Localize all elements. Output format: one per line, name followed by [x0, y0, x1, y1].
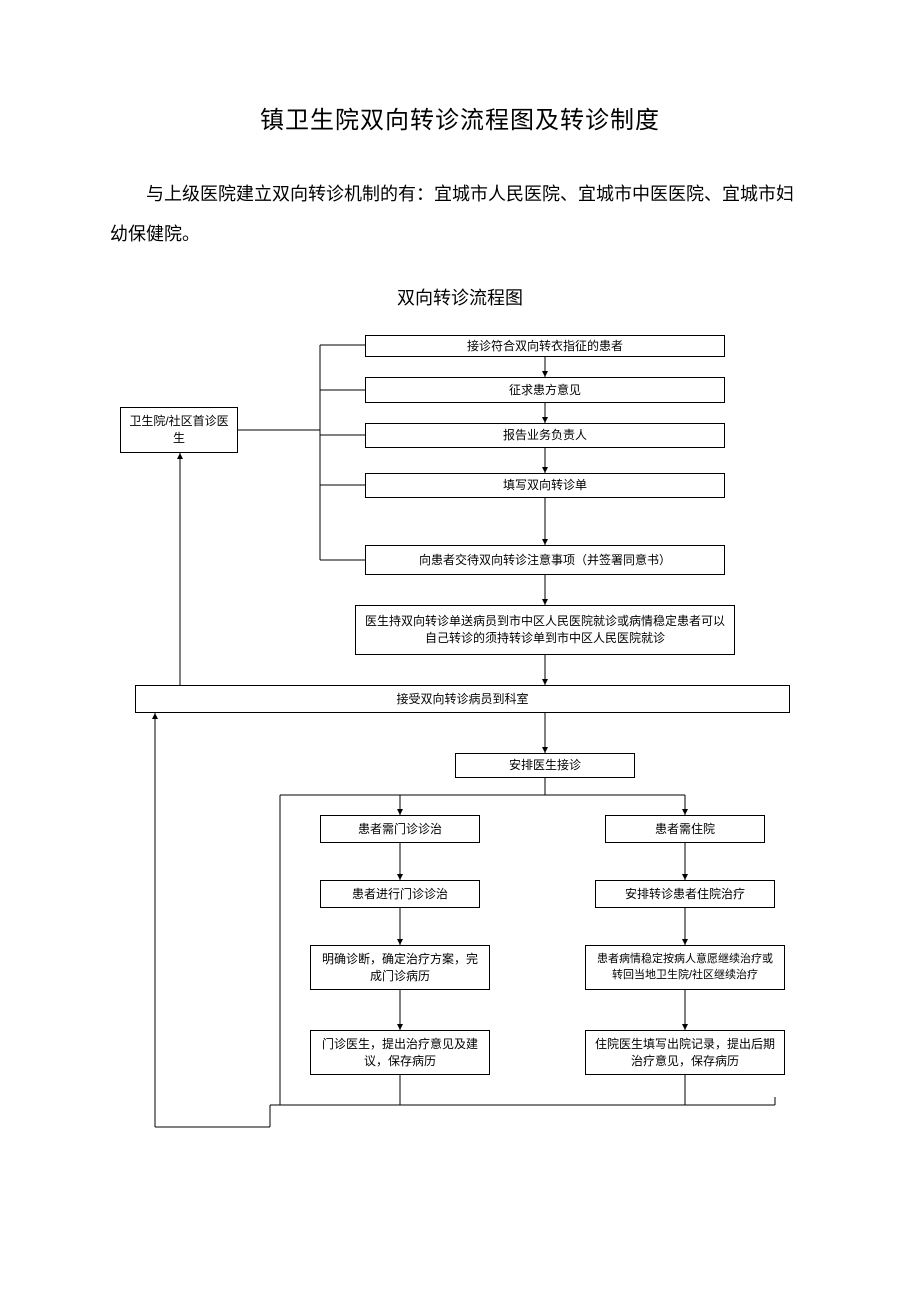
node-n6: 医生持双向转诊单送病员到市中区人民医院就诊或病情稳定患者可以自己转诊的须持转诊单…	[355, 605, 735, 655]
node-n13: 患者需住院	[605, 815, 765, 843]
diagram-subtitle: 双向转诊流程图	[110, 284, 810, 310]
node-n4: 填写双向转诊单	[365, 473, 725, 498]
node-n3: 报告业务负责人	[365, 423, 725, 448]
node-n10: 患者进行门诊诊治	[320, 880, 480, 908]
intro-text: 与上级医院建立双向转诊机制的有：宜城市人民医院、宜城市中医医院、宜城市妇幼保健院…	[110, 175, 810, 254]
page-title: 镇卫生院双向转诊流程图及转诊制度	[110, 100, 810, 135]
node-n14: 安排转诊患者住院治疗	[595, 880, 775, 908]
node-n11: 明确诊断，确定治疗方案，完成门诊病历	[310, 945, 490, 990]
node-n7: 接受双向转诊病员到科室	[135, 685, 790, 713]
node-n1: 接诊符合双向转衣指征的患者	[365, 335, 725, 357]
node-n2: 征求患方意见	[365, 377, 725, 403]
node-n8: 安排医生接诊	[455, 753, 635, 778]
node-origin: 卫生院/社区首诊医生	[120, 407, 238, 453]
flowchart-diagram: 卫生院/社区首诊医生 接诊符合双向转衣指征的患者 征求患方意见 报告业务负责人 …	[110, 335, 810, 1175]
node-n15: 患者病情稳定按病人意愿继续治疗或转回当地卫生院/社区继续治疗	[585, 945, 785, 990]
node-n9: 患者需门诊诊治	[320, 815, 480, 843]
node-n16: 住院医生填写出院记录，提出后期治疗意见，保存病历	[585, 1030, 785, 1075]
node-n5: 向患者交待双向转诊注意事项（并签署同意书）	[365, 545, 725, 575]
node-n12: 门诊医生，提出治疗意见及建议，保存病历	[310, 1030, 490, 1075]
